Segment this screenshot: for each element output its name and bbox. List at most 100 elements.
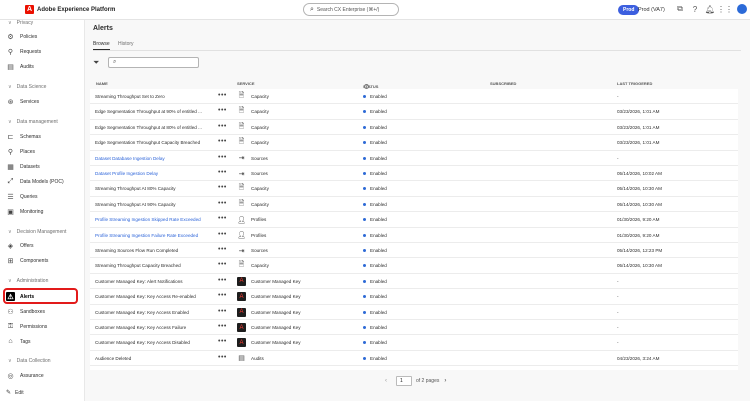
last-triggered-cell: 05/14/2026, 12:23 PM <box>617 248 663 253</box>
sidebar-item-data-models[interactable]: ⤢ Data Models (POC) <box>6 176 78 187</box>
more-actions-icon[interactable]: ••• <box>218 138 227 145</box>
more-actions-icon[interactable]: ••• <box>218 92 227 99</box>
page-number-input[interactable]: 1 <box>396 376 412 386</box>
sidebar-item-sandboxes[interactable]: ⚇ Sandboxes <box>6 306 78 317</box>
table-row[interactable]: Dataset Profile Ingestion Delay ••• ⇥ Sourc… <box>90 166 738 182</box>
tab-browse[interactable]: Browse <box>93 41 110 50</box>
table-row[interactable]: Profile Streaming Ingestion Failure Rate… <box>90 228 738 243</box>
sidebar-item-permissions[interactable]: ⚿ Permissions <box>6 321 78 332</box>
app-logo[interactable]: A Adobe Experience Platform <box>25 5 115 14</box>
table-row[interactable]: Customer Managed Key: Key Access Re-enab… <box>90 289 738 305</box>
more-actions-icon[interactable]: ••• <box>218 169 227 176</box>
status-cell: Enabled <box>363 233 387 238</box>
sidebar-item-audits[interactable]: ▤ Audits <box>6 61 78 72</box>
table-row[interactable]: Streaming Throughput Set to Zero ••• 🗎︎ Cap… <box>90 89 738 105</box>
more-actions-icon[interactable]: ••• <box>218 261 227 268</box>
column-header-service[interactable]: SERVICE <box>237 81 255 86</box>
alert-name-link[interactable]: Dataset Profile Ingestion Delay <box>95 171 207 176</box>
bell-icon[interactable]: 🔔︎ <box>705 4 715 14</box>
notifications-icon[interactable]: ⧉ <box>675 4 685 14</box>
alert-name-link[interactable]: Dataset Database Ingestion Delay <box>95 156 207 161</box>
more-actions-icon[interactable]: ••• <box>218 184 227 191</box>
more-actions-icon[interactable]: ••• <box>218 323 227 330</box>
table-row[interactable]: Streaming Sources Flow Run Completed ••• ⇥… <box>90 243 738 259</box>
sidebar-item-datasets[interactable]: ▦ Datasets <box>6 161 78 172</box>
status-cell: Enabled <box>363 140 387 145</box>
status-cell: Enabled <box>363 109 387 114</box>
table-row[interactable]: Audience Deleted ••• ▤ Audits Enabled 04/23/2… <box>90 351 738 367</box>
avatar[interactable] <box>737 4 747 14</box>
tab-history[interactable]: History <box>118 41 134 47</box>
more-actions-icon[interactable]: ••• <box>218 277 227 284</box>
more-actions-icon[interactable]: ••• <box>218 107 227 114</box>
table-row[interactable]: Dataset Database Ingestion Delay ••• ⇥ Sour… <box>90 151 738 166</box>
alert-name-link[interactable]: Profile Streaming Ingestion Failure Rate… <box>95 233 207 238</box>
table-row[interactable]: Edge Segmentation Throughput Capacity Br… <box>90 135 738 151</box>
sidebar-item-offers[interactable]: ◈ Offers <box>6 240 78 251</box>
sidebar-item-components[interactable]: ⊞ Components <box>6 255 78 266</box>
column-header-name[interactable]: NAME <box>96 81 108 86</box>
sidebar-item-schemas[interactable]: ⊏ Schemas <box>6 131 78 142</box>
sidebar-section-decision-management[interactable]: ∨ Decision Management <box>8 229 66 235</box>
sidebar-item-assurance[interactable]: ◎ Assurance <box>6 370 78 381</box>
last-triggered-cell: 05/14/2026, 10:02 AM <box>617 171 662 176</box>
status-dot-icon <box>363 233 366 237</box>
edit-navigation-button[interactable]: ✎ Edit <box>6 389 24 397</box>
column-header-last-triggered[interactable]: LAST TRIGGERED <box>617 81 652 86</box>
table-row[interactable]: Streaming Throughput Capacity Breached ••… <box>90 258 738 274</box>
table-row[interactable]: Edge Segmentation Throughput at 90% of e… <box>90 104 738 120</box>
service-cell: 🗎︎ Capacity <box>237 123 269 132</box>
global-search-input[interactable]: ⌕ Search CX Enterprise (⌘+/) <box>303 3 399 16</box>
sidebar-section-data-collection[interactable]: ∨ Data Collection <box>8 358 51 364</box>
sidebar-item-places[interactable]: ⚲ Places <box>6 146 78 157</box>
column-header-subscribed[interactable]: SUBSCRIBED <box>490 81 516 86</box>
table-row[interactable]: Streaming Throughput At 80% Capacity ••• 🗎… <box>90 181 738 197</box>
more-actions-icon[interactable]: ••• <box>218 200 227 207</box>
table-row[interactable]: Customer Managed Key: Key Access Enabled… <box>90 305 738 320</box>
more-actions-icon[interactable]: ••• <box>218 308 227 315</box>
more-actions-icon[interactable]: ••• <box>218 246 227 253</box>
status-dot-icon <box>363 249 366 252</box>
more-actions-icon[interactable]: ••• <box>218 354 227 361</box>
sidebar-item-monitoring[interactable]: ▣ Monitoring <box>6 206 78 217</box>
sidebar-item-queries[interactable]: ☰ Queries <box>6 191 78 202</box>
schema-icon: ⊏ <box>7 133 14 141</box>
help-icon[interactable]: ? <box>690 4 700 14</box>
sidebar-section-data-management[interactable]: ∨ Data management <box>8 119 58 125</box>
more-actions-icon[interactable]: ••• <box>218 338 227 345</box>
sidebar-section-data-science[interactable]: ∨ Data Science <box>8 84 46 90</box>
capacity-document-icon: 🗎︎ <box>238 261 245 269</box>
table-row[interactable]: Edge Segmentation Throughput at 80% of e… <box>90 120 738 136</box>
more-actions-icon[interactable]: ••• <box>218 231 227 238</box>
apps-grid-icon[interactable]: ⋮⋮ <box>717 4 733 14</box>
table-row[interactable]: Profile Streaming Ingestion Skipped Rate… <box>90 212 738 228</box>
service-cell: 🗎︎ Capacity <box>237 107 269 116</box>
requests-icon: ⚲ <box>7 48 14 56</box>
alert-name-link[interactable]: Profile Streaming Ingestion Skipped Rate… <box>95 217 207 222</box>
sandbox-switcher[interactable]: Prod (VA7) <box>638 4 665 16</box>
sidebar-item-services[interactable]: ⊛ Services <box>6 96 78 107</box>
alerts-search-input[interactable]: ⌕ <box>108 57 199 68</box>
capacity-document-icon: 🗎︎ <box>238 92 245 99</box>
more-actions-icon[interactable]: ••• <box>218 292 227 299</box>
sidebar-item-tags[interactable]: ⌂ Tags <box>6 336 78 347</box>
filter-icon[interactable]: ⏷ <box>93 58 99 68</box>
more-actions-icon[interactable]: ••• <box>218 154 227 161</box>
table-row[interactable]: Streaming Throughput At 90% Capacity ••• 🗎… <box>90 197 738 213</box>
sidebar-item-policies[interactable]: ⚙ Policies <box>6 31 78 42</box>
customer-managed-key-icon: A <box>237 338 246 348</box>
table-row[interactable]: Customer Managed Key: Key Access Failure… <box>90 320 738 336</box>
service-cell: 🗎︎ Capacity <box>237 200 269 209</box>
more-actions-icon[interactable]: ••• <box>218 215 227 222</box>
last-triggered-cell: - <box>617 294 619 300</box>
service-cell: A Customer Managed Key <box>237 292 301 302</box>
sidebar-section-privacy[interactable]: ∨ Privacy <box>8 20 33 26</box>
sidebar-section-administration[interactable]: ∨ Administration <box>8 278 48 284</box>
sidebar-item-requests[interactable]: ⚲ Requests <box>6 46 78 57</box>
table-row[interactable]: Customer Managed Key: Alert Notification… <box>90 274 738 290</box>
next-page-button[interactable]: › <box>439 378 451 384</box>
more-actions-icon[interactable]: ••• <box>218 123 227 130</box>
sources-arrow-icon: ⇥ <box>238 247 245 255</box>
table-row[interactable]: Customer Managed Key: Key Access Disable… <box>90 335 738 351</box>
previous-page-button[interactable]: ‹ <box>380 378 392 384</box>
